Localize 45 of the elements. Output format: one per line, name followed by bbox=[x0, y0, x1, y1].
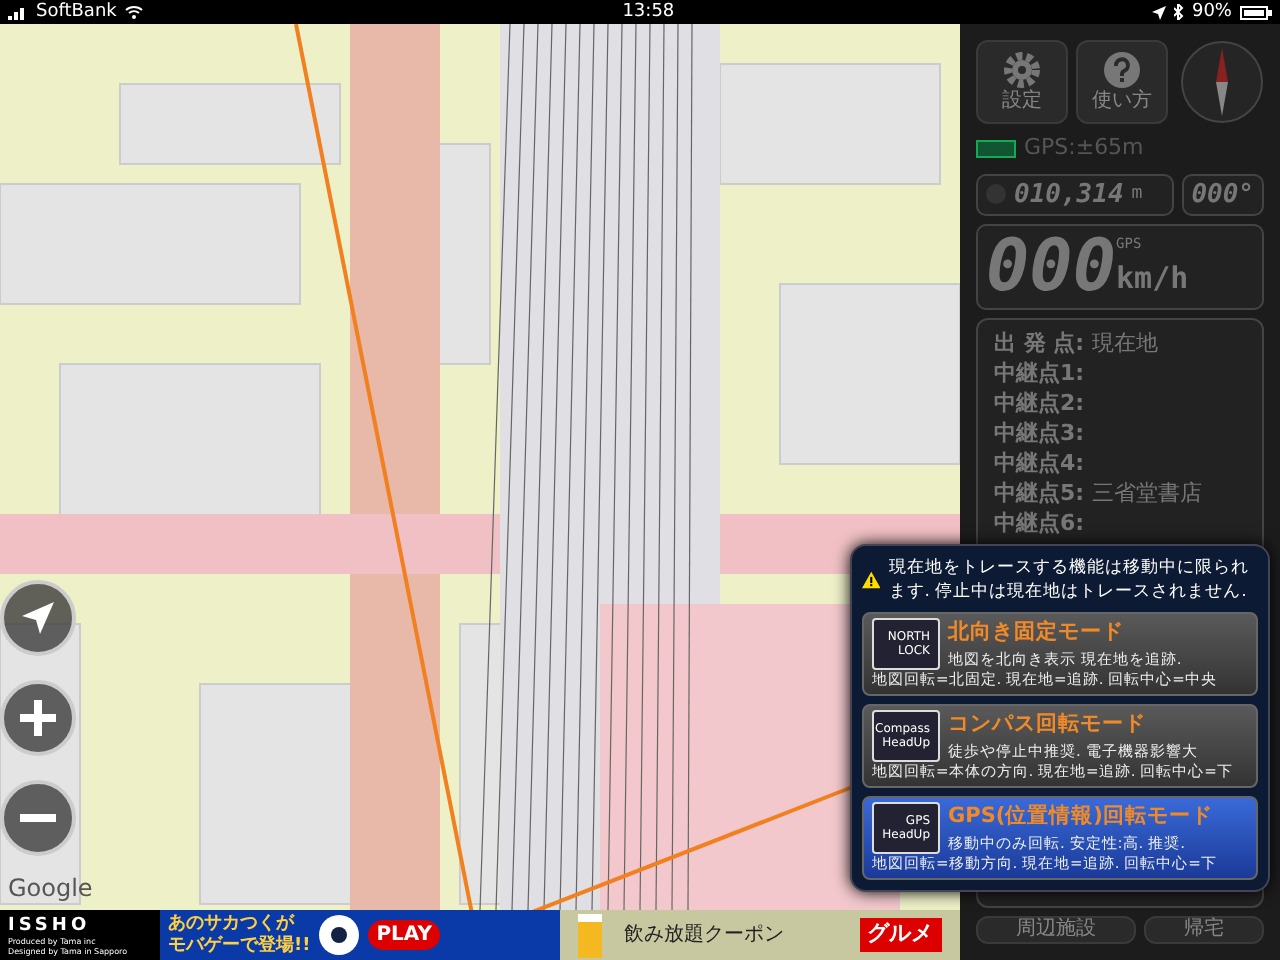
navigation-arrow-icon bbox=[18, 598, 58, 638]
wifi-icon bbox=[124, 4, 145, 20]
speed-value: 000 bbox=[986, 236, 1117, 300]
panel-button[interactable]: 周辺施設 bbox=[976, 916, 1136, 944]
coupon-banner[interactable]: 飲み放題クーポン bbox=[560, 910, 840, 960]
gourmet-label[interactable]: グルメ bbox=[859, 918, 941, 952]
battery-percent: 90% bbox=[1191, 0, 1232, 24]
bluetooth-icon bbox=[1173, 4, 1184, 20]
map-attribution: Google bbox=[8, 872, 93, 906]
help-icon bbox=[1102, 50, 1142, 90]
gps-accuracy: GPS:±65m bbox=[1024, 132, 1144, 164]
route-point-value: 現在地 bbox=[1092, 328, 1159, 358]
ad-banner[interactable]: あのサカつくが モバゲーで登場!! PLAY bbox=[160, 910, 560, 960]
distance-value: 010,314 bbox=[1014, 177, 1124, 213]
route-point-label: 中継点4: bbox=[994, 448, 1085, 478]
route-point-value: 三省堂書店 bbox=[1092, 478, 1203, 508]
location-arrow-icon bbox=[1151, 5, 1166, 19]
battery-icon bbox=[1239, 5, 1272, 19]
speed-unit: km/h bbox=[1116, 257, 1189, 299]
carrier-name: SoftBank bbox=[36, 0, 117, 24]
minus-icon bbox=[20, 814, 56, 822]
gps-status-indicator bbox=[976, 139, 1016, 158]
route-point-label: 中継点6: bbox=[994, 508, 1085, 538]
compass-icon bbox=[1180, 40, 1264, 124]
coupon-text: 飲み放題クーポン bbox=[624, 922, 784, 950]
settings-button[interactable]: 設定 bbox=[976, 40, 1068, 124]
gear-icon bbox=[1002, 50, 1042, 90]
route-point-label: 中継点5: bbox=[994, 478, 1085, 508]
play-button[interactable]: PLAY bbox=[368, 920, 440, 950]
help-button[interactable]: 使い方 bbox=[1076, 40, 1168, 124]
warning-message: 現在地をトレースする機能は移動中に限られます. 停止中は現在地はトレースされません. bbox=[888, 556, 1251, 604]
route-point-label: 中継点1: bbox=[994, 358, 1085, 388]
status-time: 13:58 bbox=[622, 0, 675, 24]
banner-text: あのサカつくが bbox=[168, 913, 297, 935]
route-point-label: 中継点2: bbox=[994, 388, 1085, 418]
beer-mug-icon bbox=[576, 913, 608, 957]
heading-display: 000° bbox=[1181, 173, 1264, 216]
panel-button[interactable]: 帰宅 bbox=[1144, 916, 1264, 944]
plus-icon bbox=[20, 700, 56, 736]
signal-icon bbox=[8, 5, 28, 19]
route-point-label: 中継点3: bbox=[994, 418, 1085, 448]
banner-text: モバゲーで登場!! bbox=[168, 935, 311, 957]
issho-logo: ISSHO bbox=[8, 915, 93, 935]
route-point-label: 出 発 点: bbox=[994, 328, 1085, 358]
distance-unit: m bbox=[1131, 181, 1143, 207]
